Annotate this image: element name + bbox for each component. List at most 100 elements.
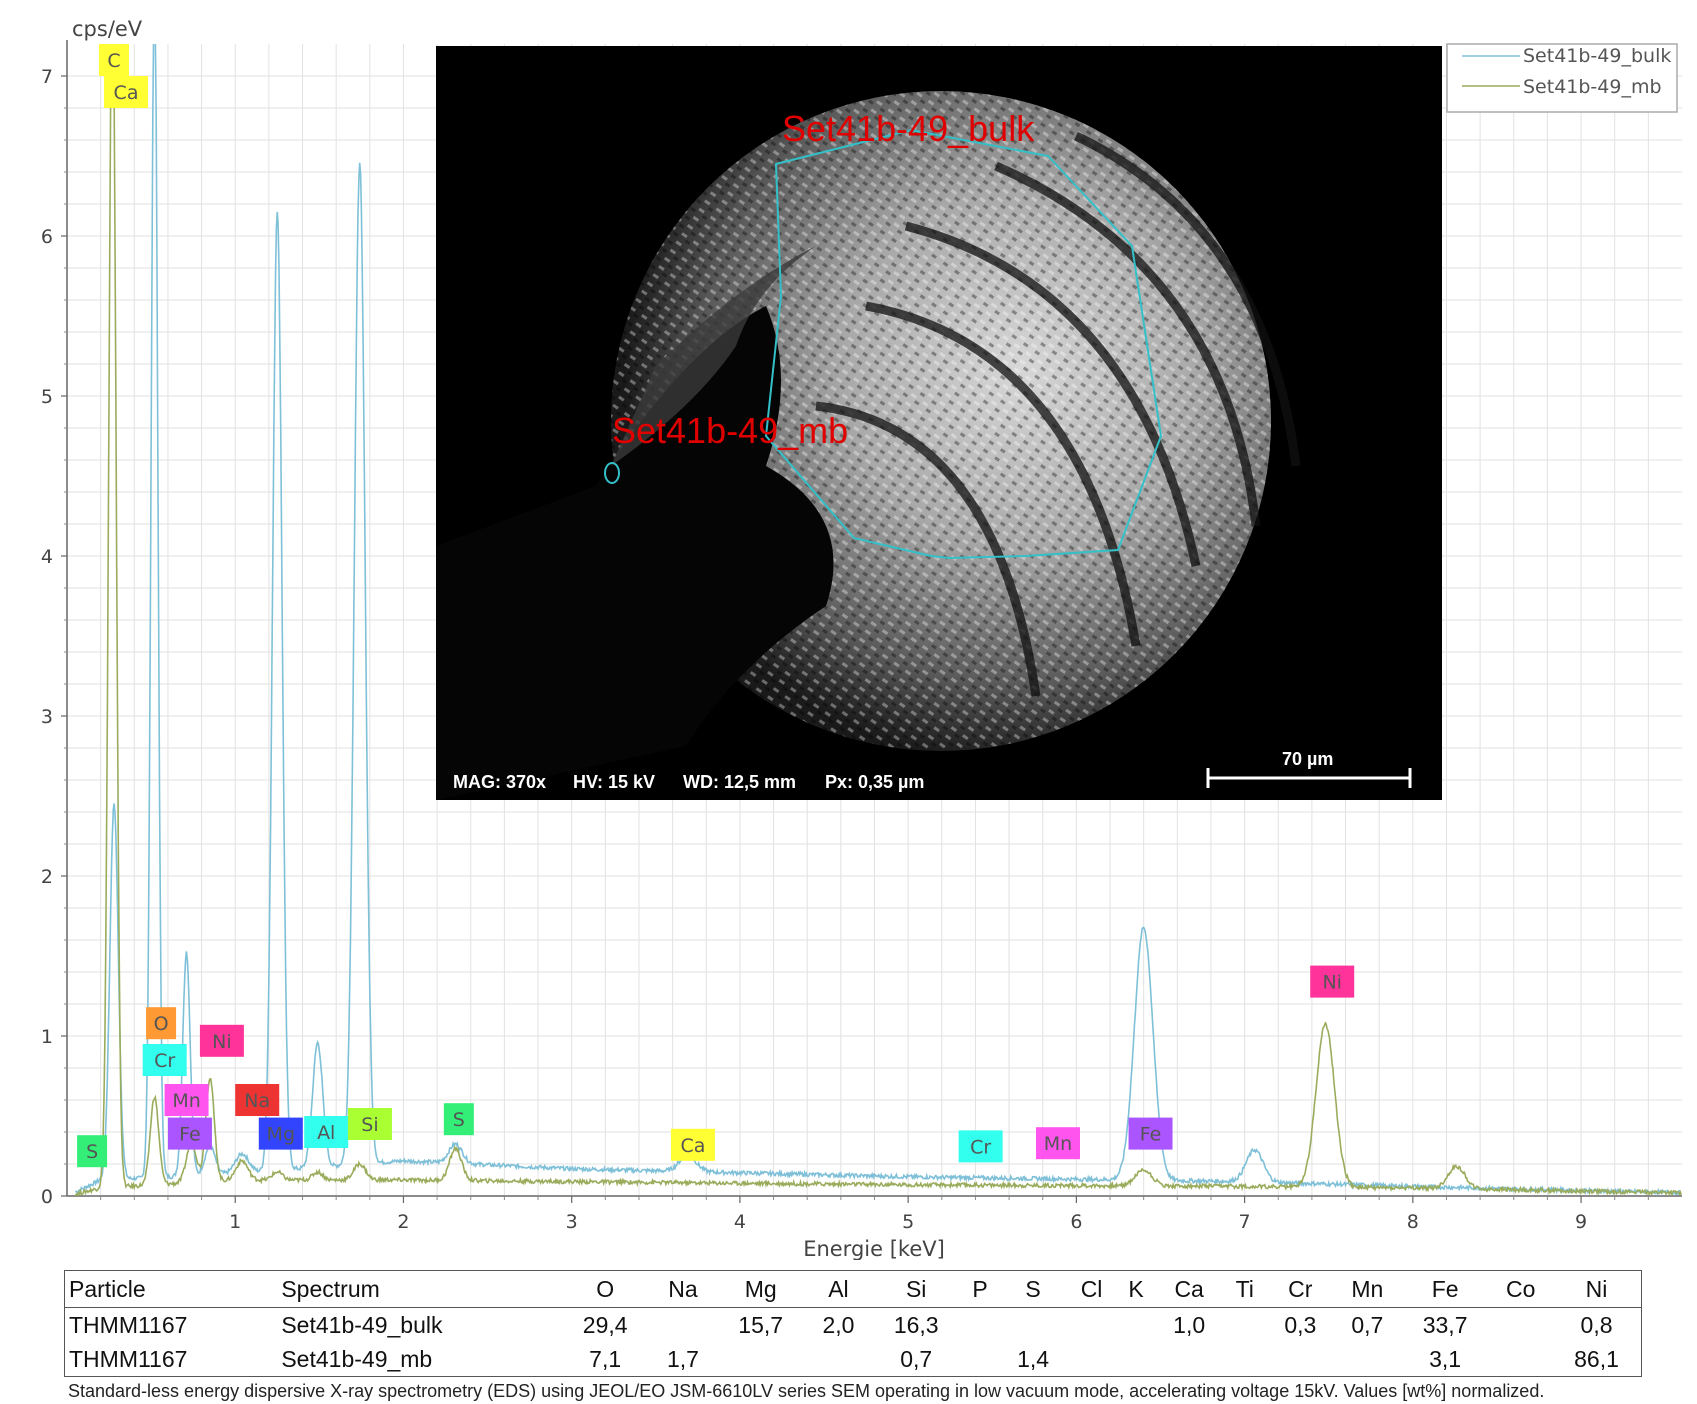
column-header-al: Al: [804, 1270, 872, 1308]
table-cell: [1156, 1342, 1223, 1377]
table-cell: [1334, 1342, 1401, 1377]
column-header-mg: Mg: [716, 1270, 805, 1308]
table-cell: 16,3: [893, 1311, 939, 1338]
sem-particle-image: [436, 91, 1412, 800]
roi-label-mb: Set41b-49_mb: [612, 410, 849, 451]
table-cell: [1489, 1308, 1552, 1343]
table-row: THMM1167 Set41b-49_mb 7,1 1,7 0,7 1,4 3,1 86,1: [65, 1342, 1642, 1377]
column-header-cr: Cr: [1266, 1270, 1334, 1308]
y-axis-title: cps/eV: [72, 17, 143, 41]
element-label-ca: Ca: [114, 82, 139, 104]
table-cell: [1116, 1342, 1155, 1377]
table-cell: 33,7: [1422, 1311, 1468, 1338]
table-cell: [1067, 1308, 1117, 1343]
column-header-ni: Ni: [1552, 1270, 1642, 1308]
column-header-spectrum: Spectrum: [277, 1270, 561, 1308]
column-header-ca: Ca: [1155, 1270, 1223, 1308]
chart-legend: Set41b-49_bulk Set41b-49_mb: [1446, 43, 1678, 113]
table-cell: [1267, 1342, 1334, 1377]
table-cell: [1489, 1342, 1552, 1377]
table-cell: 3,1: [1429, 1345, 1462, 1372]
element-label-s: S: [453, 1109, 465, 1131]
x-tick-label: 4: [734, 1211, 746, 1233]
table-cell: THMM1167: [69, 1345, 188, 1372]
column-header-fe: Fe: [1400, 1270, 1490, 1308]
element-label-ni: Ni: [212, 1031, 232, 1053]
table-cell: Set41b-49_mb: [281, 1345, 433, 1372]
sem-meta-mag: MAG: 370x: [453, 772, 547, 792]
sem-micrograph: Set41b-49_bulk Set41b-49_mb MAG: 370x HV…: [436, 46, 1442, 800]
table-cell: 0,7: [1351, 1311, 1384, 1338]
table-cell: 2,0: [822, 1311, 855, 1338]
table-cell: [649, 1308, 716, 1343]
column-header-si: Si: [871, 1270, 961, 1308]
column-header-k: K: [1116, 1270, 1156, 1308]
x-axis-title: Energie [keV]: [803, 1237, 945, 1260]
column-header-p: P: [960, 1270, 1000, 1308]
legend-entry-mb: Set41b-49_mb: [1523, 76, 1662, 98]
element-label-o: O: [154, 1013, 169, 1035]
table-cell: 0,8: [1580, 1311, 1613, 1338]
table-cell: [960, 1342, 999, 1377]
element-label-ca: Ca: [680, 1135, 705, 1157]
y-tick-label: 0: [41, 1186, 53, 1208]
element-label-fe: Fe: [179, 1124, 201, 1146]
table-cell: [1000, 1308, 1067, 1343]
table-cell: Set41b-49_bulk: [281, 1311, 443, 1338]
column-header-na: Na: [649, 1270, 717, 1308]
y-tick-label: 5: [41, 386, 53, 408]
x-tick-label: 7: [1239, 1211, 1251, 1233]
sem-meta-px: Px: 0,35 µm: [825, 772, 925, 792]
y-tick-label: 3: [41, 706, 53, 728]
element-label-mn: Mn: [1044, 1133, 1072, 1155]
column-header-mn: Mn: [1333, 1270, 1401, 1308]
column-header-co: Co: [1489, 1270, 1553, 1308]
x-tick-label: 3: [566, 1211, 578, 1233]
x-tick-label: 1: [229, 1211, 241, 1233]
element-label-mg: Mg: [267, 1124, 295, 1146]
element-label-ni: Ni: [1322, 972, 1342, 994]
sem-meta-wd: WD: 12,5 mm: [683, 772, 797, 792]
column-header-s: S: [999, 1270, 1067, 1308]
table-cell: [1067, 1342, 1117, 1377]
element-label-mn: Mn: [172, 1090, 200, 1112]
table-cell: 1,4: [1017, 1345, 1050, 1372]
column-header-particle: Particle: [64, 1270, 278, 1308]
x-tick-label: 9: [1575, 1211, 1587, 1233]
table-cell: [960, 1308, 999, 1343]
element-label-s: S: [86, 1141, 98, 1163]
element-label-al: Al: [317, 1122, 335, 1144]
table-cell: 0,3: [1284, 1311, 1317, 1338]
roi-label-bulk: Set41b-49_bulk: [782, 108, 1035, 149]
table-cell: 86,1: [1574, 1345, 1619, 1372]
table-header-row: Particle Spectrum O Na Mg Al Si P S Cl K Ca Ti Cr Mn Fe…: [64, 1270, 1642, 1308]
table-cell: THMM1167: [69, 1311, 188, 1338]
column-header-ti: Ti: [1222, 1270, 1267, 1308]
table-cell: [805, 1342, 872, 1377]
element-label-si: Si: [361, 1114, 378, 1136]
x-tick-label: 2: [397, 1211, 409, 1233]
table-cell: 7,1: [589, 1345, 622, 1372]
table-cell: [716, 1342, 804, 1377]
element-label-c: C: [107, 50, 120, 72]
sem-meta-hv: HV: 15 kV: [573, 772, 656, 792]
table-cell: [1223, 1308, 1267, 1343]
table-cell: 1,0: [1173, 1311, 1206, 1338]
column-header-cl: Cl: [1066, 1270, 1117, 1308]
element-label-na: Na: [244, 1090, 270, 1112]
x-tick-label: 6: [1070, 1211, 1082, 1233]
table-cell: 29,4: [582, 1311, 628, 1338]
y-tick-label: 1: [41, 1026, 53, 1048]
element-label-cr: Cr: [970, 1136, 991, 1158]
table-body: THMM1167 Set41b-49_bulk 29,4 15,7 2,0 16,3 1,0…: [65, 1308, 1642, 1377]
x-tick-label: 8: [1407, 1211, 1419, 1233]
x-tick-label: 5: [902, 1211, 914, 1233]
table-cell: [1223, 1342, 1267, 1377]
column-header-o: O: [560, 1270, 650, 1308]
table-cell: 1,7: [666, 1345, 699, 1372]
figure-caption: Standard-less energy dispersive X-ray sp…: [68, 1381, 1545, 1401]
table-cell: 15,7: [738, 1311, 784, 1338]
table-cell: 0,7: [900, 1345, 933, 1372]
element-label-cr: Cr: [154, 1050, 175, 1072]
y-tick-label: 6: [41, 226, 53, 248]
